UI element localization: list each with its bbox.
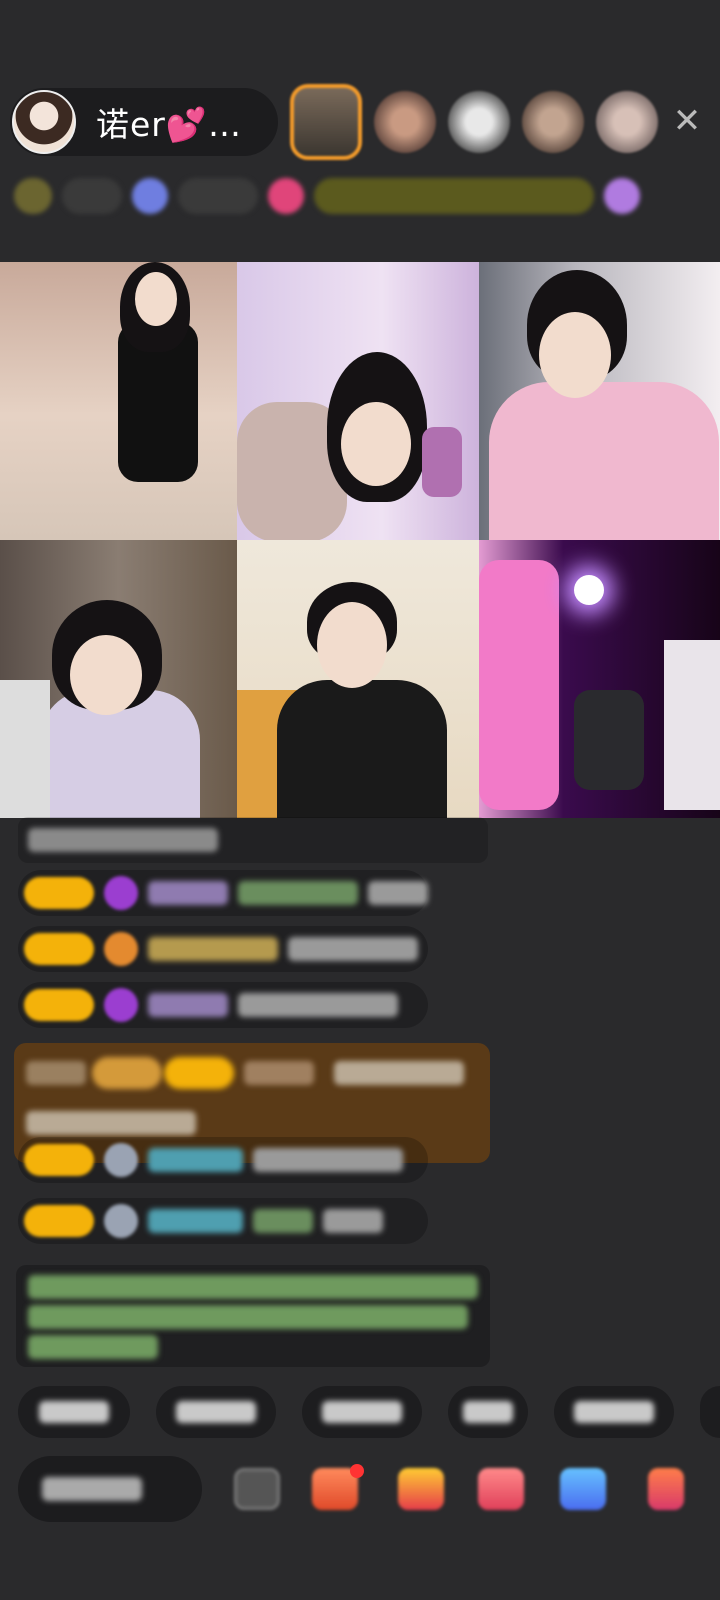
viewer-avatar[interactable] (522, 91, 584, 153)
info-chip (178, 178, 258, 214)
close-icon[interactable]: ✕ (670, 104, 704, 138)
level-badge (24, 1144, 94, 1176)
chat-message[interactable] (18, 1198, 428, 1244)
rank-icon (14, 178, 52, 214)
fan-badge-icon (104, 932, 138, 966)
host-avatar[interactable] (12, 90, 76, 154)
viewer-avatar[interactable] (596, 91, 658, 153)
chat-message[interactable] (18, 926, 428, 972)
quick-reply-chip[interactable] (554, 1386, 674, 1438)
quick-reply-chip[interactable] (448, 1386, 528, 1438)
heart-icon[interactable] (478, 1468, 524, 1510)
viewer-avatar[interactable] (374, 91, 436, 153)
quick-reply-chip[interactable] (700, 1386, 720, 1438)
room-notice (16, 1265, 490, 1367)
share-icon[interactable] (560, 1468, 606, 1510)
heart-icon (268, 178, 304, 214)
chat-input[interactable] (18, 1456, 202, 1522)
screen-icon[interactable] (234, 1468, 280, 1510)
chat-message[interactable] (18, 1137, 428, 1183)
level-badge (24, 989, 94, 1021)
bottom-action-bar[interactable] (0, 1450, 720, 1530)
more-icon[interactable] (648, 1468, 684, 1510)
viewer-avatar-list[interactable] (290, 84, 658, 160)
chat-message[interactable] (18, 982, 428, 1028)
room-info-bar[interactable] (14, 172, 704, 220)
video-tile[interactable] (0, 540, 237, 818)
chat-message[interactable] (18, 870, 428, 916)
viewer-avatar[interactable] (448, 91, 510, 153)
host-name: 诺er💕… (96, 105, 242, 144)
quick-reply-row[interactable] (18, 1386, 720, 1438)
host-info-pill[interactable]: 诺er💕… (10, 88, 278, 156)
quick-reply-chip[interactable] (302, 1386, 422, 1438)
avatar-icon (604, 178, 640, 214)
video-tile[interactable] (479, 540, 720, 818)
video-tile[interactable] (0, 262, 237, 540)
video-tile[interactable] (237, 262, 479, 540)
level-badge (24, 877, 94, 909)
activity-banner[interactable] (314, 178, 594, 214)
quick-reply-chip[interactable] (156, 1386, 276, 1438)
notification-dot (350, 1464, 364, 1478)
info-chip (62, 178, 122, 214)
video-tile[interactable] (479, 262, 720, 540)
fan-badge-icon (104, 1204, 138, 1238)
quick-reply-chip[interactable] (18, 1386, 130, 1438)
multi-guest-video-grid[interactable] (0, 262, 720, 818)
fan-badge-icon (104, 1143, 138, 1177)
treasure-icon[interactable] (398, 1468, 444, 1510)
video-tile[interactable] (237, 540, 479, 818)
fan-badge-icon (104, 988, 138, 1022)
viewer-avatar[interactable] (290, 84, 362, 160)
fan-badge-icon (104, 876, 138, 910)
chat-system-message (18, 817, 488, 863)
level-badge (24, 933, 94, 965)
fan-icon (132, 178, 168, 214)
level-badge (24, 1205, 94, 1237)
